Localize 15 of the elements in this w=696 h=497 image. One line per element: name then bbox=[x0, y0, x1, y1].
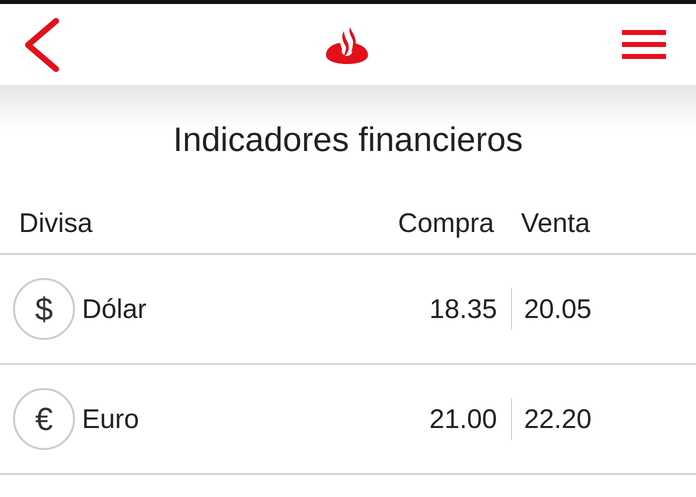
column-header: Divisa bbox=[19, 208, 94, 238]
column-header: Venta bbox=[521, 208, 590, 238]
sell-rate: 22.20 bbox=[524, 404, 592, 434]
currency-name: Dólar bbox=[82, 294, 148, 324]
sell-rate: 20.05 bbox=[524, 294, 592, 324]
column-header: Compra bbox=[396, 208, 494, 238]
menu-icon[interactable] bbox=[622, 28, 666, 62]
buy-rate: 18.35 bbox=[428, 294, 497, 324]
currency-symbol: € bbox=[13, 388, 75, 450]
currency-symbol: $ bbox=[13, 278, 75, 340]
page-title: Indicadores financieros bbox=[173, 121, 523, 160]
back-icon[interactable] bbox=[22, 16, 62, 72]
flame-logo-icon bbox=[324, 24, 370, 64]
currency-name: Euro bbox=[82, 404, 140, 434]
buy-rate: 21.00 bbox=[428, 404, 497, 434]
